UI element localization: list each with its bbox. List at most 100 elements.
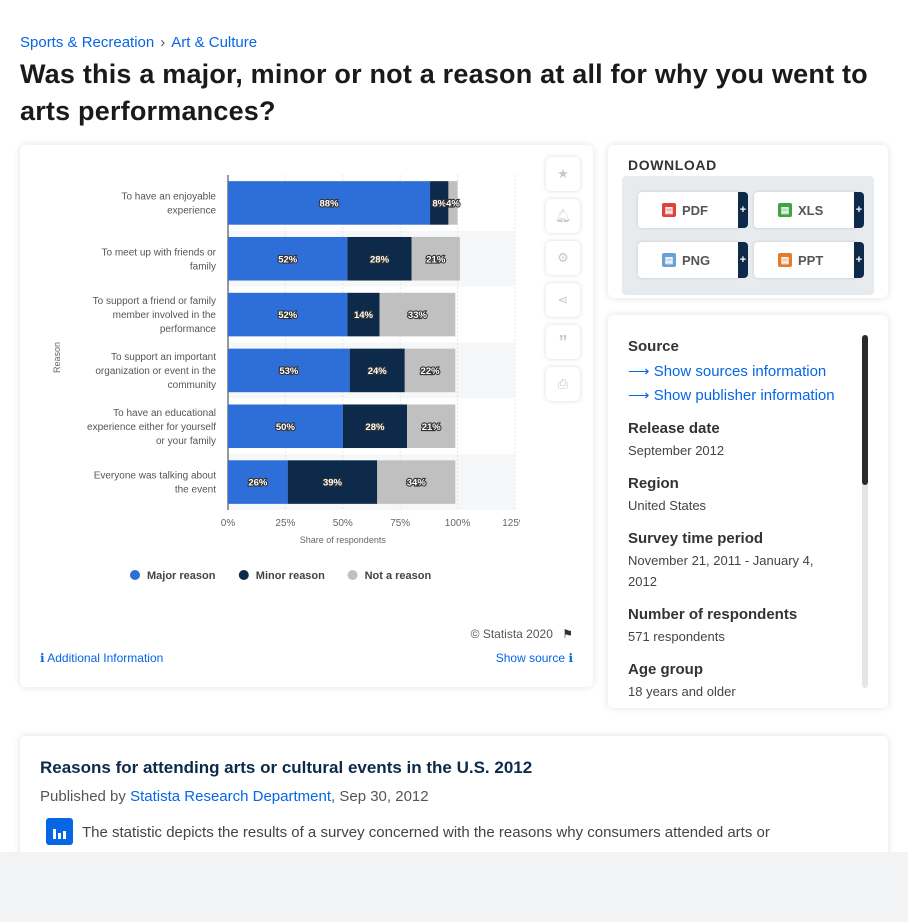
- published-by-line: Published by Statista Research Departmen…: [40, 788, 429, 805]
- category-label: To support a friend or family member invo…: [93, 296, 217, 335]
- plus-icon: +: [854, 242, 864, 278]
- show-publisher-label: Show publisher information: [653, 387, 835, 404]
- download-xls-label: XLS: [798, 202, 824, 218]
- data-label: 22%: [421, 366, 441, 377]
- data-label: 26%: [248, 478, 268, 489]
- download-card: DOWNLOAD ▤ PDF + ▤ XLS + ▤ PNG + ▤ PPT +: [608, 145, 888, 298]
- download-title: DOWNLOAD: [628, 157, 717, 173]
- footer-band: [0, 852, 908, 922]
- legend-label: Major reason: [147, 570, 216, 582]
- download-pdf-label: PDF: [682, 202, 708, 218]
- x-tick-label: 100%: [445, 518, 471, 529]
- copyright-line: © Statista 2020 ⚑: [471, 627, 573, 641]
- print-button[interactable]: ⎙: [546, 367, 580, 401]
- download-pdf-button[interactable]: ▤ PDF +: [638, 192, 748, 228]
- additional-info-link[interactable]: ℹ Additional Information: [40, 651, 163, 665]
- description-card: Reasons for attending arts or cultural e…: [20, 736, 888, 866]
- copyright-text: © Statista 2020: [470, 627, 553, 641]
- breadcrumb-item-art[interactable]: Art & Culture: [171, 34, 257, 51]
- category-label: To meet up with friends or family: [102, 247, 217, 272]
- download-ppt-label: PPT: [798, 252, 824, 268]
- bar-chart-icon: [46, 818, 73, 845]
- plus-icon: +: [854, 192, 864, 228]
- release-date-label: Release date: [628, 420, 720, 437]
- settings-button[interactable]: ⚙: [546, 241, 580, 275]
- favorite-button[interactable]: ★: [546, 157, 580, 191]
- show-sources-link[interactable]: ⟶ Show sources information: [628, 362, 826, 380]
- show-source-label: Show source: [495, 651, 566, 665]
- notification-button[interactable]: 🔔︎: [546, 199, 580, 233]
- flag-icon[interactable]: ⚑: [562, 627, 573, 641]
- source-label: Source: [628, 338, 679, 355]
- category-label: To have an enjoyable experience: [121, 191, 216, 216]
- survey-period-value: November 21, 2011 - January 4, 2012: [628, 553, 814, 589]
- data-label: 50%: [276, 422, 296, 433]
- x-tick-label: 25%: [275, 518, 295, 529]
- data-label: 34%: [407, 478, 427, 489]
- data-label: 21%: [422, 422, 442, 433]
- gear-icon: ⚙: [557, 250, 569, 265]
- show-source-link[interactable]: Show source ℹ: [496, 651, 573, 665]
- age-group-label: Age group: [628, 661, 703, 678]
- legend-marker: [130, 570, 140, 580]
- pdf-file-icon: ▤: [662, 203, 676, 217]
- x-axis-title: Share of respondents: [300, 535, 387, 545]
- printer-icon: ⎙: [557, 376, 569, 391]
- data-label: 39%: [323, 478, 343, 489]
- category-label: To support an important organization or e…: [95, 352, 216, 391]
- data-label: 33%: [408, 310, 428, 321]
- additional-info-label: Additional Information: [47, 651, 164, 665]
- chart-card: 0% 25% 50% 75% 100% 125% 88% 8%4% To have an enj…: [20, 145, 593, 687]
- plus-icon: +: [738, 192, 748, 228]
- category-label: To have an educational experience either …: [87, 408, 216, 447]
- data-label: 28%: [370, 254, 390, 265]
- download-png-button[interactable]: ▤ PNG +: [638, 242, 748, 278]
- quote-icon: ”: [558, 331, 568, 352]
- share-button[interactable]: ⋖: [546, 283, 580, 317]
- arrow-right-icon: ⟶: [628, 363, 650, 380]
- data-label: 52%: [278, 254, 298, 265]
- download-ppt-button[interactable]: ▤ PPT +: [754, 242, 864, 278]
- category-label: Everyone was talking about the event: [94, 471, 217, 496]
- show-sources-label: Show sources information: [653, 363, 827, 380]
- survey-period-label: Survey time period: [628, 530, 764, 547]
- download-png-label: PNG: [682, 252, 711, 268]
- legend-label: Not a reason: [365, 570, 432, 582]
- data-label: 14%: [354, 310, 374, 321]
- statistic-info-card: Source ⟶ Show sources information ⟶ Show…: [608, 315, 888, 708]
- x-tick-label: 0%: [221, 518, 236, 529]
- legend-label: Minor reason: [256, 570, 325, 582]
- description-title: Reasons for attending arts or cultural e…: [40, 758, 533, 777]
- info-icon: ℹ: [40, 651, 45, 665]
- data-label: 52%: [278, 310, 298, 321]
- cite-button[interactable]: ”: [546, 325, 580, 359]
- data-label: 8%: [432, 198, 446, 209]
- legend-marker: [238, 570, 249, 580]
- release-date-value: September 2012: [628, 443, 725, 458]
- published-by-label: Published by: [40, 788, 126, 805]
- show-publisher-link[interactable]: ⟶ Show publisher information: [628, 386, 835, 404]
- publisher-link[interactable]: Statista Research Department: [130, 788, 331, 805]
- data-label: 21%: [426, 254, 446, 265]
- star-icon: ★: [557, 166, 569, 181]
- share-icon: ⋖: [557, 292, 569, 307]
- plus-icon: +: [738, 242, 748, 278]
- publish-date: , Sep 30, 2012: [331, 788, 429, 805]
- legend-marker: [347, 570, 358, 580]
- region-label: Region: [628, 475, 679, 492]
- png-file-icon: ▤: [662, 253, 676, 267]
- x-tick-label: 125%: [502, 518, 520, 529]
- download-xls-button[interactable]: ▤ XLS +: [754, 192, 864, 228]
- data-label: 28%: [365, 422, 385, 433]
- breadcrumb: Sports & Recreation › Art & Culture: [20, 34, 257, 51]
- data-label: 24%: [368, 366, 388, 377]
- scrollbar-thumb[interactable]: [862, 335, 868, 485]
- page-title: Was this a major, minor or not a reason …: [20, 59, 868, 126]
- bell-icon: 🔔︎: [554, 208, 572, 223]
- description-text: The statistic depicts the results of a s…: [82, 824, 770, 841]
- data-label: 88%: [320, 198, 340, 209]
- age-group-value: 18 years and older: [628, 684, 736, 699]
- x-tick-label: 50%: [333, 518, 353, 529]
- arrow-right-icon: ⟶: [628, 387, 650, 404]
- breadcrumb-item-sports[interactable]: Sports & Recreation: [20, 34, 154, 51]
